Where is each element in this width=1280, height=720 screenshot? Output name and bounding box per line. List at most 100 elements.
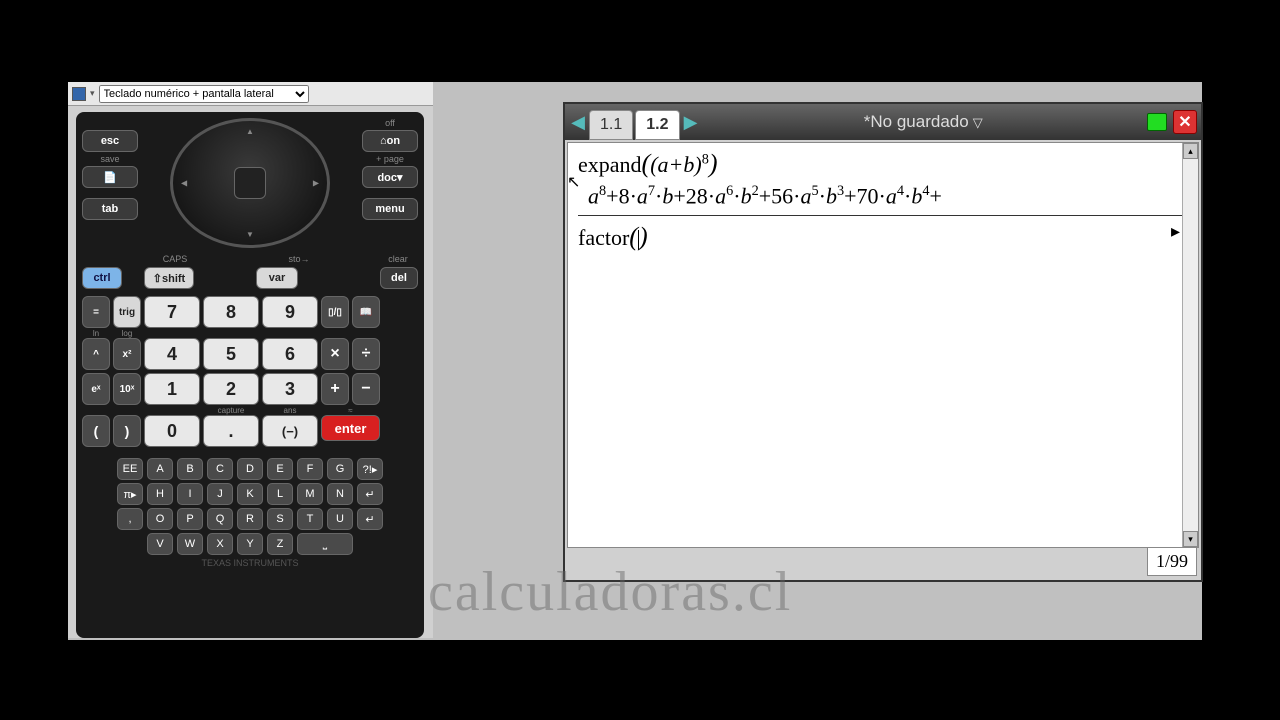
tenx-key[interactable]: 10ˣ <box>113 373 141 405</box>
ex-key[interactable]: eˣ <box>82 373 110 405</box>
key-5[interactable]: 5 <box>203 338 259 370</box>
alpha-key-f[interactable]: F <box>297 458 323 480</box>
alpha-key-x[interactable]: X <box>207 533 233 555</box>
alpha-key-k[interactable]: K <box>237 483 263 505</box>
lparen-key[interactable]: ( <box>82 415 110 447</box>
ctrl-key[interactable]: ctrl <box>82 267 122 289</box>
key-9[interactable]: 9 <box>262 296 318 328</box>
menu-key[interactable]: menu <box>362 198 418 220</box>
screen-tabbar: ◀ 1.1 1.2 ▶ *No guardado▽ ✕ <box>565 104 1201 140</box>
doc-title[interactable]: *No guardado▽ <box>702 112 1146 132</box>
alpha-key-n[interactable]: N <box>327 483 353 505</box>
alpha-key-c[interactable]: C <box>207 458 233 480</box>
emulator-window: ▾ Teclado numérico + pantalla lateral es… <box>68 82 1202 640</box>
key-1[interactable]: 1 <box>144 373 200 405</box>
alpha-key-w[interactable]: W <box>177 533 203 555</box>
enter-key[interactable]: enter <box>321 415 380 441</box>
key-8[interactable]: 8 <box>203 296 259 328</box>
calc-icon[interactable] <box>72 87 86 101</box>
alpha-key-j[interactable]: J <box>207 483 233 505</box>
alpha-key-i[interactable]: I <box>177 483 203 505</box>
minus-key[interactable]: − <box>352 373 380 405</box>
on-key[interactable]: ⌂on <box>362 130 418 152</box>
space-key[interactable]: ⎵ <box>297 533 353 555</box>
tab-key[interactable]: tab <box>82 198 138 220</box>
alpha-key-l[interactable]: L <box>267 483 293 505</box>
alpha-key-ee[interactable]: EE <box>117 458 143 480</box>
alpha-key-r[interactable]: R <box>237 508 263 530</box>
close-icon[interactable]: ✕ <box>1173 110 1197 134</box>
alpha-key-y[interactable]: Y <box>237 533 263 555</box>
plus-key[interactable]: + <box>321 373 349 405</box>
page-indicator: 1/99 <box>1147 547 1197 576</box>
math-workspace[interactable]: expand((a+b)8) a8+8·a7·b+28·a6·b2+56·a5·… <box>567 142 1199 548</box>
calculator-body: esc save 📄 tab ⤺⤻ ▲ ◀ ▶ ▼ off <box>76 112 424 638</box>
alpha-key-t[interactable]: T <box>297 508 323 530</box>
rparen-key[interactable]: ) <box>113 415 141 447</box>
template-key[interactable]: ▯/▯ <box>321 296 349 328</box>
alpha-key-a[interactable]: A <box>147 458 173 480</box>
alpha-key-h[interactable]: H <box>147 483 173 505</box>
alpha-key-u[interactable]: U <box>327 508 353 530</box>
touchpad[interactable]: ▲ ◀ ▶ ▼ <box>170 118 330 248</box>
alpha-row: π▸HIJKLMN↵ <box>82 483 418 505</box>
save-label: save <box>82 154 138 164</box>
scroll-up-icon[interactable]: ▴ <box>1183 143 1198 159</box>
log-label: log <box>113 329 141 338</box>
caps-label: CAPS <box>163 254 188 264</box>
alpha-key-v[interactable]: V <box>147 533 173 555</box>
alpha-key-b[interactable]: B <box>177 458 203 480</box>
scroll-down-icon[interactable]: ▾ <box>1183 531 1198 547</box>
alpha-key-,[interactable]: , <box>117 508 143 530</box>
alpha-key-↵[interactable]: ↵ <box>357 483 383 505</box>
alpha-key-p[interactable]: P <box>177 508 203 530</box>
alpha-key-↵[interactable]: ↵ <box>357 508 383 530</box>
key-2[interactable]: 2 <box>203 373 259 405</box>
layout-select[interactable]: Teclado numérico + pantalla lateral <box>99 85 309 103</box>
calc-screen: ◀ 1.1 1.2 ▶ *No guardado▽ ✕ expand((a+b)… <box>563 102 1203 582</box>
alpha-key-g[interactable]: G <box>327 458 353 480</box>
caret-key[interactable]: ^ <box>82 338 110 370</box>
dropdown-caret-icon[interactable]: ▾ <box>90 88 95 99</box>
battery-icon <box>1147 113 1167 131</box>
overflow-arrow-icon[interactable]: ▸ <box>1171 221 1180 242</box>
div-key[interactable]: ÷ <box>352 338 380 370</box>
alpha-key-s[interactable]: S <box>267 508 293 530</box>
save-key[interactable]: 📄 <box>82 166 138 188</box>
next-tab-icon[interactable]: ▶ <box>682 108 700 136</box>
keypad-toolbar: ▾ Teclado numérico + pantalla lateral <box>68 82 433 106</box>
key-6[interactable]: 6 <box>262 338 318 370</box>
alpha-key-d[interactable]: D <box>237 458 263 480</box>
doc-key[interactable]: doc▾ <box>362 166 418 188</box>
eq-key[interactable]: = <box>82 296 110 328</box>
x2-key[interactable]: x² <box>113 338 141 370</box>
alpha-key-?!▸[interactable]: ?!▸ <box>357 458 383 480</box>
alpha-key-e[interactable]: E <box>267 458 293 480</box>
times-key[interactable]: × <box>321 338 349 370</box>
ans-label: ans <box>262 406 318 415</box>
esc-key[interactable]: esc <box>82 130 138 152</box>
scrollbar[interactable]: ▴ ▾ <box>1182 143 1198 547</box>
dot-key[interactable]: . <box>203 415 259 447</box>
capture-label: capture <box>203 406 259 415</box>
alpha-key-z[interactable]: Z <box>267 533 293 555</box>
alpha-key-m[interactable]: M <box>297 483 323 505</box>
page-label: + page <box>362 154 418 164</box>
key-4[interactable]: 4 <box>144 338 200 370</box>
alpha-key-π▸[interactable]: π▸ <box>117 483 143 505</box>
alpha-key-q[interactable]: Q <box>207 508 233 530</box>
key-3[interactable]: 3 <box>262 373 318 405</box>
current-input[interactable]: factor() <box>578 222 1188 252</box>
tab-1-1[interactable]: 1.1 <box>589 110 633 140</box>
neg-key[interactable]: (−) <box>262 415 318 447</box>
trig-key[interactable]: trig <box>113 296 141 328</box>
shift-key[interactable]: ⇧shift <box>144 267 194 289</box>
alpha-key-o[interactable]: O <box>147 508 173 530</box>
del-key[interactable]: del <box>380 267 418 289</box>
catalog-key[interactable]: 📖 <box>352 296 380 328</box>
var-key[interactable]: var <box>256 267 298 289</box>
key-0[interactable]: 0 <box>144 415 200 447</box>
tab-1-2[interactable]: 1.2 <box>635 110 679 140</box>
key-7[interactable]: 7 <box>144 296 200 328</box>
prev-tab-icon[interactable]: ◀ <box>569 108 587 136</box>
